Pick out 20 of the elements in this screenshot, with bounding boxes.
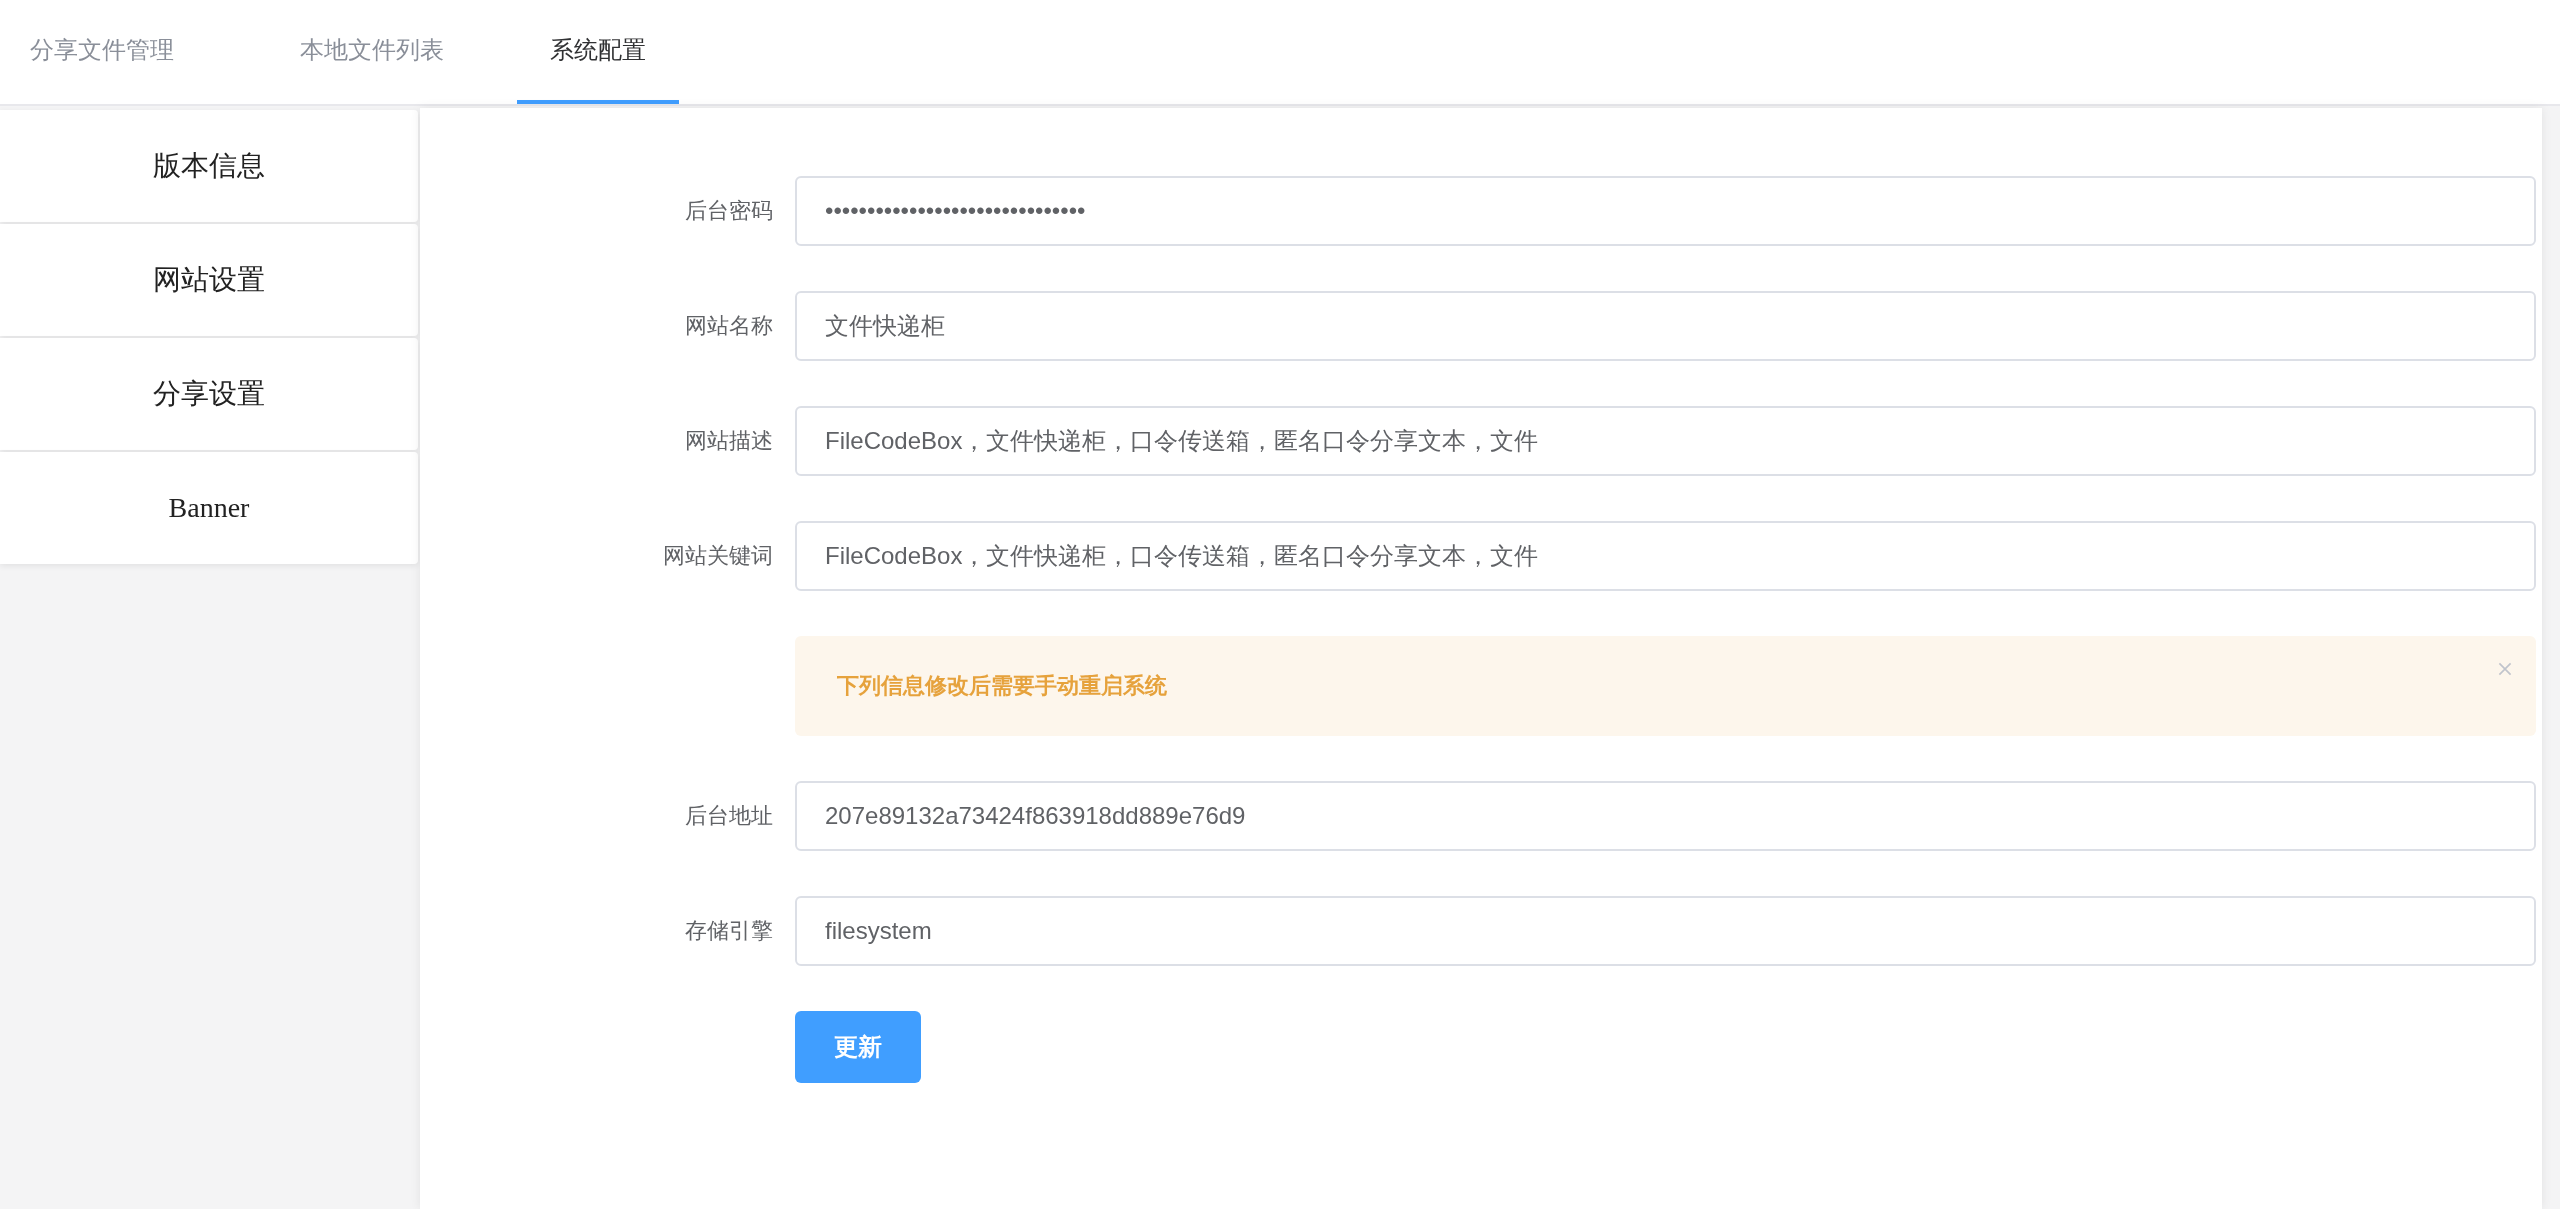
- alert-text: 下列信息修改后需要手动重启系统: [837, 672, 1167, 700]
- sidebar-item[interactable]: 分享设置: [0, 338, 418, 450]
- input-field[interactable]: 文件快递柜: [795, 291, 2536, 361]
- tab[interactable]: 分享文件管理: [30, 0, 207, 104]
- input-field[interactable]: 207e89132a73424f863918dd889e76d9: [795, 781, 2536, 851]
- field-label: 后台密码: [684, 197, 774, 225]
- field-label: 网站名称: [684, 312, 774, 340]
- field-label: 网站描述: [684, 427, 774, 455]
- input-field[interactable]: FileCodeBox，文件快递柜，口令传送箱，匿名口令分享文本，文件: [795, 521, 2536, 591]
- field-label: 网站关键词: [662, 542, 774, 570]
- close-icon[interactable]: [2498, 662, 2512, 676]
- input-field[interactable]: filesystem: [795, 896, 2536, 966]
- sidebar-item[interactable]: Banner: [0, 452, 418, 564]
- input-field[interactable]: •••••••••••••••••••••••••••••••: [795, 176, 2536, 246]
- sidebar-item[interactable]: 网站设置: [0, 224, 418, 336]
- tab[interactable]: 本地文件列表: [267, 0, 477, 104]
- field-label: 存储引擎: [684, 917, 774, 945]
- field-label: 后台地址: [684, 802, 774, 830]
- input-field[interactable]: FileCodeBox，文件快递柜，口令传送箱，匿名口令分享文本，文件: [795, 406, 2536, 476]
- sidebar-item[interactable]: 版本信息: [0, 110, 418, 222]
